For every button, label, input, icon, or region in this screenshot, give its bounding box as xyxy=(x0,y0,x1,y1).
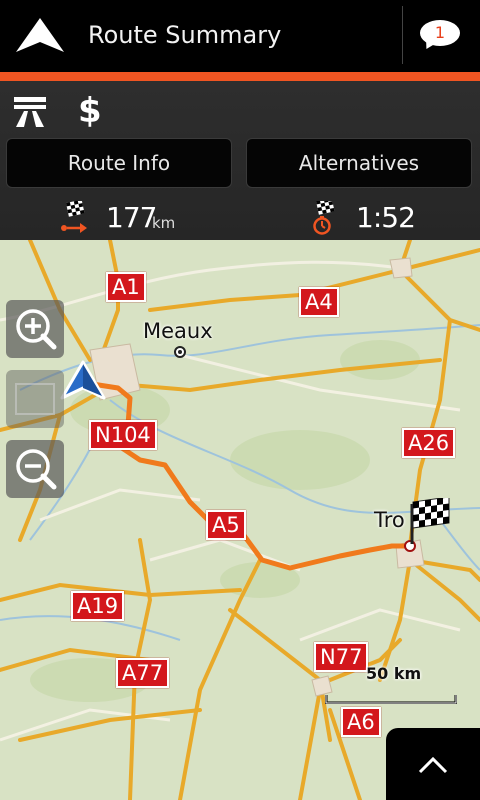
route-info-button[interactable]: Route Info xyxy=(6,138,232,188)
distance-unit: km xyxy=(152,214,176,232)
duration-value: 1:52 xyxy=(356,201,416,234)
road-label-a77: A77 xyxy=(116,658,170,688)
city-label-meaux: Meaux xyxy=(143,319,213,343)
route-map[interactable]: Meaux Tro A1 A4 N104 A26 A5 A19 A77 N77 … xyxy=(0,240,480,800)
alternatives-button[interactable]: Alternatives xyxy=(246,138,472,188)
distance-value: 177 xyxy=(106,201,157,234)
scale-label: 50 km xyxy=(366,664,422,683)
map-layers-icon xyxy=(15,383,55,415)
motorway-icon xyxy=(12,95,48,129)
road-label-a5: A5 xyxy=(206,510,246,540)
route-summary-panel: $ Route Info Alternatives 177 km 1:52 xyxy=(0,81,480,240)
current-position-icon xyxy=(58,358,108,404)
top-bar: Route Summary 1 xyxy=(0,0,480,72)
destination-flag-icon xyxy=(408,498,452,546)
checkered-flag-timer-icon xyxy=(310,197,344,235)
message-count-badge: 1 xyxy=(420,20,460,46)
header-divider xyxy=(402,6,403,64)
road-label-a6: A6 xyxy=(341,707,381,737)
page-title: Route Summary xyxy=(88,21,282,49)
road-label-a26: A26 xyxy=(402,428,456,458)
zoom-in-button[interactable] xyxy=(6,300,64,358)
road-label-n77: N77 xyxy=(314,642,369,672)
messages-button[interactable]: 1 xyxy=(406,6,480,66)
accent-bar xyxy=(0,72,480,81)
zoom-out-button[interactable] xyxy=(6,440,64,498)
zoom-out-icon xyxy=(16,449,57,490)
zoom-in-icon xyxy=(16,309,57,350)
city-label-destination: Tro xyxy=(374,508,405,532)
expand-panel-button[interactable] xyxy=(386,728,480,800)
road-label-a19: A19 xyxy=(71,591,125,621)
toll-dollar-icon: $ xyxy=(78,91,102,131)
scale-bar xyxy=(325,695,457,704)
chevron-up-icon xyxy=(418,756,448,774)
navigation-arrow-icon[interactable] xyxy=(12,14,68,58)
road-label-a1: A1 xyxy=(106,272,146,302)
checkered-flag-distance-icon xyxy=(58,199,92,235)
map-view-button[interactable] xyxy=(6,370,64,428)
road-label-n104: N104 xyxy=(89,420,157,450)
road-label-a4: A4 xyxy=(299,287,339,317)
